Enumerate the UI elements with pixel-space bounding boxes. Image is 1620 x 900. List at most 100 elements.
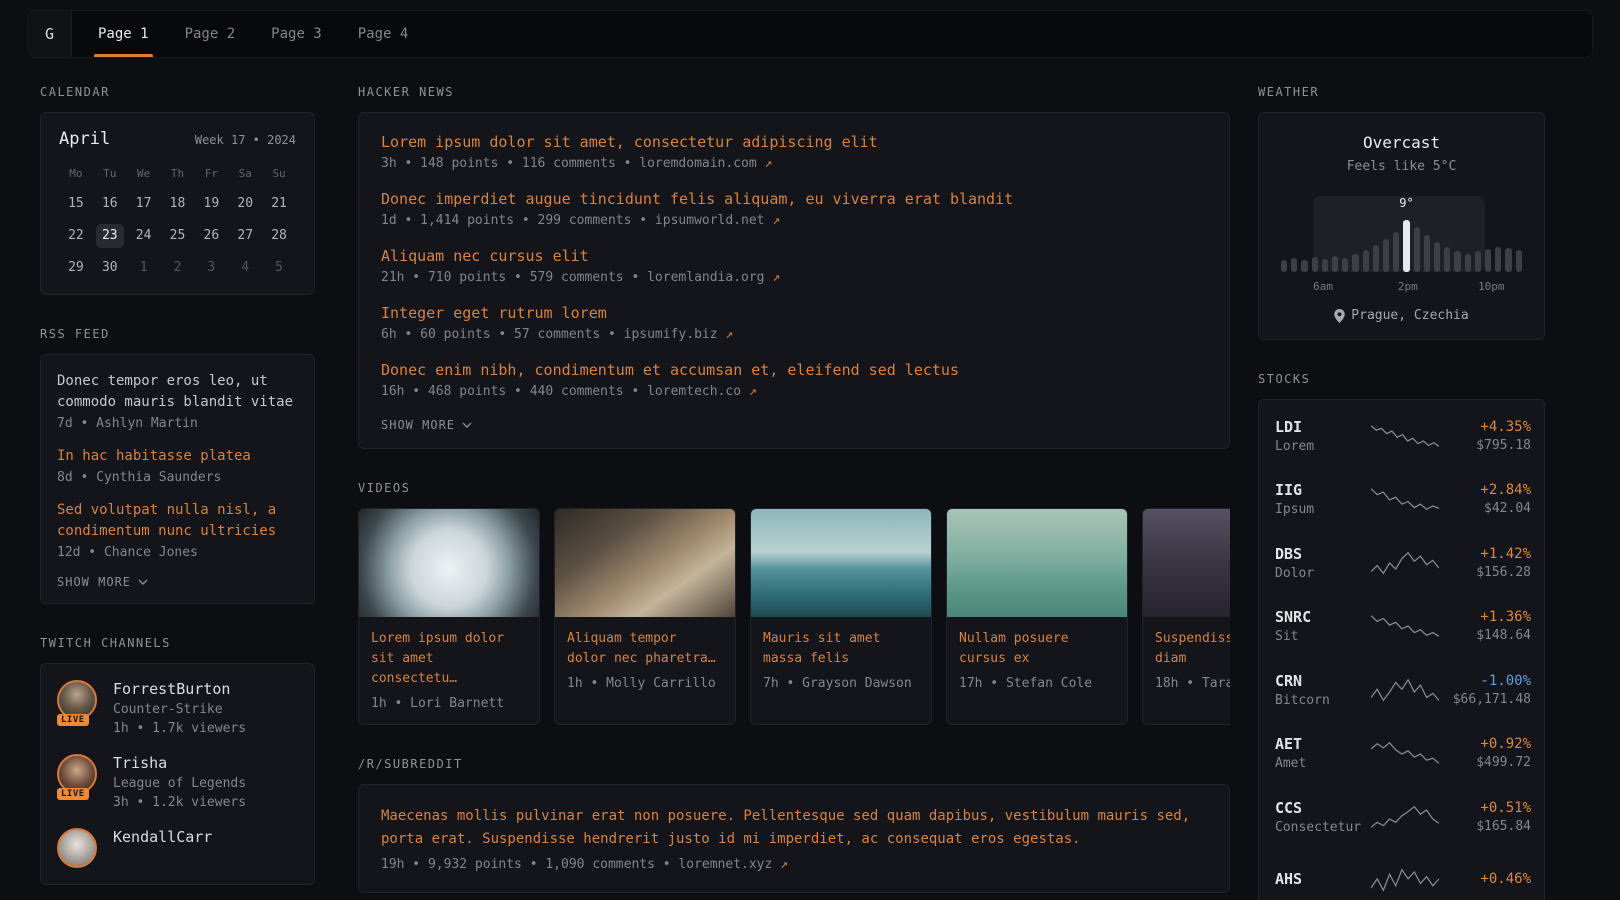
twitch-widget-title: TWITCH CHANNELS bbox=[40, 636, 315, 650]
external-link-icon[interactable]: ↗ bbox=[772, 213, 780, 228]
calendar-day: 20 bbox=[231, 192, 259, 216]
rss-item-title[interactable]: Sed volutpat nulla nisl, a condimentum n… bbox=[57, 500, 298, 542]
channel-name[interactable]: ForrestBurton bbox=[113, 680, 246, 698]
rss-item[interactable]: Sed volutpat nulla nisl, a condimentum n… bbox=[57, 500, 298, 560]
stock-row[interactable]: AET Amet +0.92% $499.72 bbox=[1275, 722, 1528, 786]
hour-bar bbox=[1352, 254, 1358, 272]
stock-name: Lorem bbox=[1275, 439, 1371, 454]
hour-bar bbox=[1393, 232, 1399, 272]
hackernews-card: Lorem ipsum dolor sit amet, consectetur … bbox=[358, 112, 1230, 449]
weather-card: Overcast Feels like 5°C bbox=[1258, 112, 1545, 340]
twitch-channel[interactable]: LIVE KendallCarr bbox=[57, 828, 298, 868]
stock-sparkline bbox=[1371, 740, 1439, 766]
video-title[interactable]: Suspendisse porta diam bbox=[1143, 617, 1230, 669]
hour-bar bbox=[1454, 251, 1460, 272]
twitch-channel[interactable]: LIVE ForrestBurton Counter-Strike 1h • 1… bbox=[57, 680, 298, 736]
hour-bar bbox=[1475, 251, 1481, 272]
stock-row[interactable]: CRN Bitcorn -1.00% $66,171.48 bbox=[1275, 658, 1528, 722]
stock-row[interactable]: DBS Dolor +1.42% $156.28 bbox=[1275, 531, 1528, 595]
app-logo[interactable]: G bbox=[28, 11, 72, 57]
calendar-day: 24 bbox=[130, 224, 158, 248]
external-link-icon[interactable]: ↗ bbox=[725, 327, 733, 342]
calendar-day: 16 bbox=[96, 192, 124, 216]
stock-price: $795.18 bbox=[1439, 438, 1531, 453]
page-tab-label: Page 4 bbox=[358, 26, 409, 42]
video-card[interactable]: Mauris sit amet massa felis 7h • Grayson… bbox=[750, 508, 932, 725]
external-link-icon[interactable]: ↗ bbox=[780, 857, 788, 872]
rss-item[interactable]: In hac habitasse platea 8d • Cynthia Sau… bbox=[57, 446, 298, 485]
hour-label: 6am bbox=[1313, 280, 1333, 293]
calendar-day-header: We bbox=[137, 167, 150, 180]
external-link-icon[interactable]: ↗ bbox=[749, 384, 757, 399]
video-thumbnail bbox=[555, 509, 735, 617]
subreddit-card: Maecenas mollis pulvinar erat non posuer… bbox=[358, 784, 1230, 893]
page-tab-label: Page 2 bbox=[185, 26, 236, 42]
page-tab[interactable]: Page 3 bbox=[271, 11, 322, 57]
stock-row[interactable]: IIG Ipsum +2.84% $42.04 bbox=[1275, 468, 1528, 532]
hn-story-link[interactable]: Lorem ipsum dolor sit amet, consectetur … bbox=[381, 133, 1207, 151]
stock-row[interactable]: LDI Lorem +4.35% $795.18 bbox=[1275, 404, 1528, 468]
hn-show-more-button[interactable]: SHOW MORE bbox=[381, 418, 1207, 432]
external-link-icon[interactable]: ↗ bbox=[765, 156, 773, 171]
weather-location: Prague, Czechia bbox=[1275, 308, 1528, 323]
chevron-down-icon bbox=[462, 422, 472, 428]
stock-row[interactable]: SNRC Sit +1.36% $148.64 bbox=[1275, 595, 1528, 659]
hn-story-meta: 16h • 468 points • 440 comments • loremt… bbox=[381, 384, 1207, 399]
hn-story-link[interactable]: Aliquam nec cursus elit bbox=[381, 247, 1207, 265]
calendar-day: 19 bbox=[197, 192, 225, 216]
channel-name[interactable]: Trisha bbox=[113, 754, 246, 772]
hour-bar bbox=[1281, 260, 1287, 272]
hour-label: 10pm bbox=[1478, 280, 1505, 293]
hn-story: Lorem ipsum dolor sit amet, consectetur … bbox=[381, 133, 1207, 171]
page-tab-label: Page 3 bbox=[271, 26, 322, 42]
calendar-widget: CALENDAR April Week 17 • 2024 MoTuWeThFr… bbox=[40, 85, 315, 295]
video-title[interactable]: Aliquam tempor dolor nec pharetra… bbox=[555, 617, 735, 669]
rss-item[interactable]: Donec tempor eros leo, ut commodo mauris… bbox=[57, 371, 298, 431]
channel-viewers: 3h • 1.2k viewers bbox=[113, 795, 246, 810]
stock-price: $156.28 bbox=[1439, 565, 1531, 580]
rss-show-more-button[interactable]: SHOW MORE bbox=[57, 575, 298, 589]
stock-name: Amet bbox=[1275, 756, 1371, 771]
calendar-day: 28 bbox=[265, 224, 293, 248]
page-tab[interactable]: Page 2 bbox=[185, 11, 236, 57]
hour-bar bbox=[1291, 258, 1297, 272]
stock-sparkline bbox=[1371, 550, 1439, 576]
subreddit-post-title[interactable]: Maecenas mollis pulvinar erat non posuer… bbox=[381, 805, 1207, 851]
calendar-day: 3 bbox=[197, 256, 225, 280]
hn-story-link[interactable]: Integer eget rutrum lorem bbox=[381, 304, 1207, 322]
hn-story-meta: 6h • 60 points • 57 comments • ipsumify.… bbox=[381, 327, 1207, 342]
video-card[interactable]: Nullam posuere cursus ex 17h • Stefan Co… bbox=[946, 508, 1128, 725]
video-title[interactable]: Mauris sit amet massa felis bbox=[751, 617, 931, 669]
stock-symbol: SNRC bbox=[1275, 608, 1371, 626]
video-title[interactable]: Lorem ipsum dolor sit amet consectetu… bbox=[359, 617, 539, 689]
video-card[interactable]: Aliquam tempor dolor nec pharetra… 1h • … bbox=[554, 508, 736, 725]
video-card[interactable]: Lorem ipsum dolor sit amet consectetu… 1… bbox=[358, 508, 540, 725]
stock-row[interactable]: CCS Consectetur +0.51% $165.84 bbox=[1275, 785, 1528, 849]
hour-bar bbox=[1424, 235, 1430, 272]
hn-story-link[interactable]: Donec imperdiet augue tincidunt felis al… bbox=[381, 190, 1207, 208]
channel-name[interactable]: KendallCarr bbox=[113, 828, 212, 846]
videos-row: Lorem ipsum dolor sit amet consectetu… 1… bbox=[358, 508, 1230, 725]
video-thumbnail bbox=[1143, 509, 1230, 617]
page-tab[interactable]: Page 4 bbox=[358, 11, 409, 57]
chevron-down-icon bbox=[138, 579, 148, 585]
hour-bar bbox=[1465, 254, 1471, 272]
hn-story-link[interactable]: Donec enim nibh, condimentum et accumsan… bbox=[381, 361, 1207, 379]
page-tab[interactable]: Page 1 bbox=[98, 11, 149, 57]
stock-sparkline bbox=[1371, 423, 1439, 449]
rss-item-title[interactable]: In hac habitasse platea bbox=[57, 446, 298, 467]
external-link-icon[interactable]: ↗ bbox=[772, 270, 780, 285]
stocks-card: LDI Lorem +4.35% $795.18 IIG Ipsum bbox=[1258, 399, 1545, 900]
hour-bar bbox=[1363, 250, 1369, 272]
twitch-channel[interactable]: LIVE Trisha League of Legends 3h • 1.2k … bbox=[57, 754, 298, 810]
stock-name: Consectetur bbox=[1275, 820, 1371, 835]
video-meta: 1h • Molly Carrillo bbox=[555, 669, 735, 704]
stock-name: Dolor bbox=[1275, 566, 1371, 581]
middle-column: HACKER NEWS Lorem ipsum dolor sit amet, … bbox=[358, 85, 1230, 900]
stock-row[interactable]: AHS +0.46% bbox=[1275, 849, 1528, 900]
rss-item-title[interactable]: Donec tempor eros leo, ut commodo mauris… bbox=[57, 371, 298, 413]
video-title[interactable]: Nullam posuere cursus ex bbox=[947, 617, 1127, 669]
video-card[interactable]: Suspendisse porta diam 18h • Tara bbox=[1142, 508, 1230, 725]
calendar-day: 18 bbox=[163, 192, 191, 216]
stock-change: +4.35% bbox=[1439, 419, 1531, 435]
